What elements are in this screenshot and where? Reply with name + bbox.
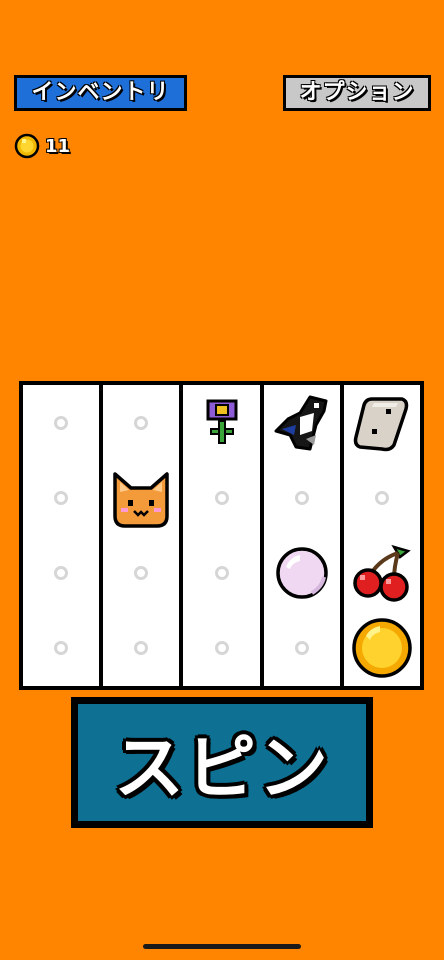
slot-cell [344, 535, 420, 610]
empty-slot-icon [54, 490, 69, 505]
empty-slot-icon [54, 415, 69, 430]
empty-slot-icon [134, 415, 149, 430]
slot-cell [264, 535, 340, 610]
empty-slot-icon [214, 640, 229, 655]
slot-cell [183, 610, 259, 685]
slot-cell [344, 460, 420, 535]
empty-slot-icon [134, 565, 149, 580]
slot-cell [23, 460, 99, 535]
flower-icon [200, 395, 244, 451]
slot-cell [264, 610, 340, 685]
reel-4 [263, 385, 340, 686]
slot-cell [23, 385, 99, 460]
options-button[interactable]: オプション [283, 75, 431, 111]
reel-2 [103, 385, 180, 686]
slot-cell [344, 610, 420, 685]
coin-count: 11 [45, 135, 71, 157]
reel-3 [183, 385, 260, 686]
pearl-icon [274, 545, 330, 601]
empty-slot-icon [374, 490, 389, 505]
slot-cell [103, 385, 179, 460]
slot-cell [23, 535, 99, 610]
empty-slot-icon [54, 565, 69, 580]
magpie-icon [270, 391, 334, 455]
reel-1 [23, 385, 100, 686]
coin-icon [350, 616, 414, 680]
slot-cell [344, 385, 420, 460]
inventory-button[interactable]: インベントリ [14, 75, 187, 111]
slot-cell [183, 385, 259, 460]
slot-cell [264, 460, 340, 535]
slot-cell [23, 610, 99, 685]
slot-cell [183, 535, 259, 610]
empty-slot-icon [294, 640, 309, 655]
slot-cell [103, 610, 179, 685]
spin-button[interactable]: スピン [71, 697, 373, 828]
empty-slot-icon [214, 490, 229, 505]
slot-cell [103, 460, 179, 535]
slot-cell [264, 385, 340, 460]
empty-slot-icon [214, 565, 229, 580]
home-indicator [143, 944, 301, 949]
empty-slot-icon [134, 640, 149, 655]
coin-counter: 11 [14, 132, 70, 160]
slot-machine-board [19, 381, 424, 690]
rock-icon [350, 391, 414, 455]
cat-icon [109, 466, 173, 530]
coin-icon [14, 133, 40, 159]
spin-button-label: スピン [114, 727, 330, 809]
slot-cell [183, 460, 259, 535]
empty-slot-icon [54, 640, 69, 655]
reel-5 [343, 385, 421, 686]
slot-cell [103, 535, 179, 610]
cherry-icon [350, 541, 414, 605]
empty-slot-icon [294, 490, 309, 505]
